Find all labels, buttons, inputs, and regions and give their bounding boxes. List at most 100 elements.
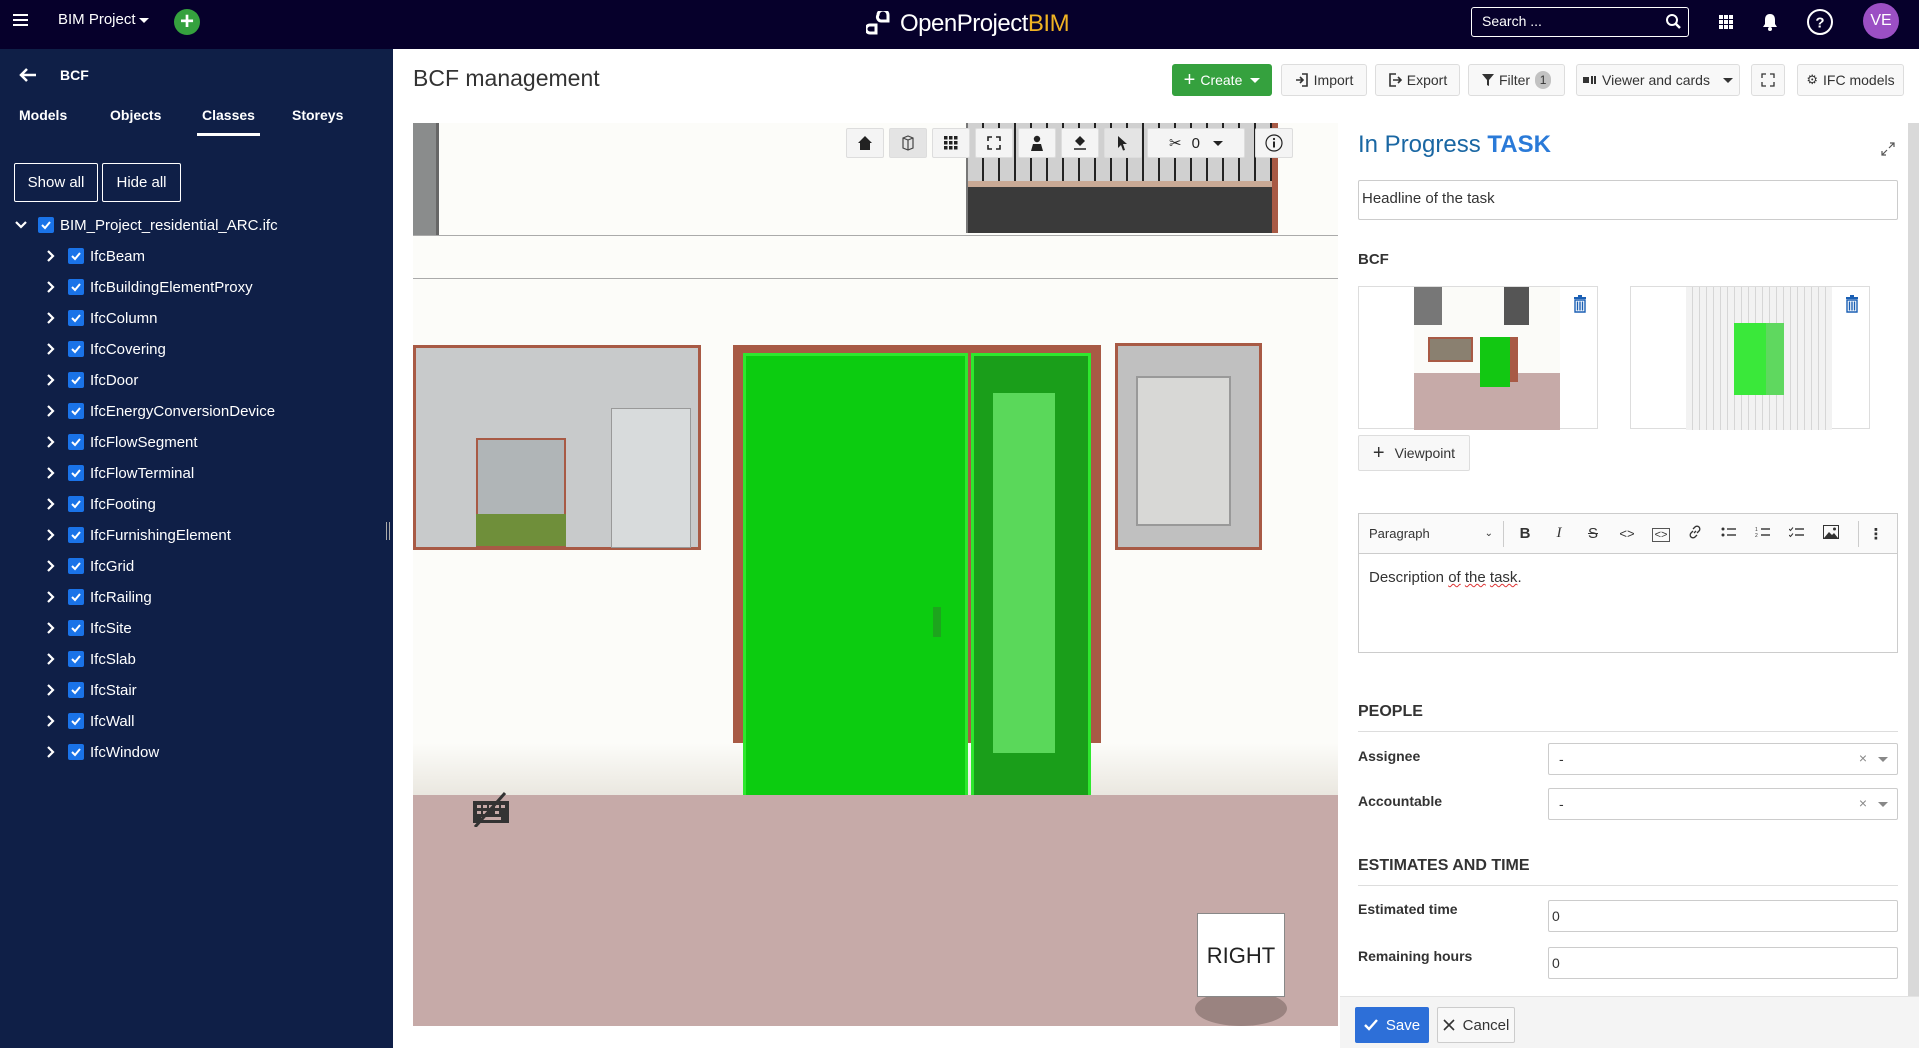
section-plane-dropdown[interactable]: ✂ 0: [1147, 128, 1245, 158]
info-button[interactable]: [1255, 128, 1293, 158]
tree-item[interactable]: IfcStair: [44, 679, 137, 701]
menu-icon[interactable]: [13, 14, 28, 27]
add-button[interactable]: +: [174, 9, 200, 35]
viewpoint-image[interactable]: [1686, 287, 1832, 430]
dropdown-arrow-icon[interactable]: [1878, 802, 1888, 807]
fit-view-button[interactable]: [975, 128, 1013, 158]
chevron-right-icon[interactable]: [44, 435, 58, 449]
search-icon[interactable]: [1665, 13, 1682, 30]
chevron-right-icon[interactable]: [44, 590, 58, 604]
italic-button[interactable]: I: [1542, 525, 1576, 542]
tree-item[interactable]: IfcFlowSegment: [44, 431, 198, 453]
checkbox[interactable]: [68, 558, 84, 574]
tab-objects[interactable]: Objects: [110, 107, 161, 133]
select-tool-button[interactable]: [1104, 128, 1142, 158]
checkbox[interactable]: [68, 682, 84, 698]
clear-icon[interactable]: ×: [1859, 750, 1867, 766]
tree-item[interactable]: IfcSlab: [44, 648, 136, 670]
checkbox[interactable]: [68, 589, 84, 605]
chevron-right-icon[interactable]: [44, 466, 58, 480]
chevron-right-icon[interactable]: [44, 683, 58, 697]
tree-item[interactable]: IfcBeam: [44, 245, 145, 267]
chevron-right-icon[interactable]: [44, 497, 58, 511]
tree-item[interactable]: IfcFooting: [44, 493, 156, 515]
home-view-button[interactable]: [846, 128, 884, 158]
nav-cube-face[interactable]: RIGHT: [1197, 913, 1285, 997]
paragraph-style-dropdown[interactable]: Paragraph ⌄: [1369, 520, 1504, 547]
checkbox[interactable]: [68, 310, 84, 326]
tab-storeys[interactable]: Storeys: [292, 107, 343, 133]
logo[interactable]: OpenProject BIM: [866, 8, 1070, 40]
code-block-button[interactable]: <>: [1644, 525, 1678, 542]
chevron-right-icon[interactable]: [44, 714, 58, 728]
strikethrough-button[interactable]: S: [1576, 525, 1610, 542]
modules-grid-icon[interactable]: [1712, 8, 1740, 36]
checkbox[interactable]: [68, 341, 84, 357]
tree-item[interactable]: IfcDoor: [44, 369, 138, 391]
todo-list-button[interactable]: [1780, 525, 1814, 542]
export-button[interactable]: Export: [1375, 64, 1460, 96]
chevron-right-icon[interactable]: [44, 621, 58, 635]
tree-item[interactable]: IfcRailing: [44, 586, 152, 608]
show-all-button[interactable]: Show all: [14, 163, 98, 202]
chevron-right-icon[interactable]: [44, 528, 58, 542]
chevron-right-icon[interactable]: [44, 745, 58, 759]
link-button[interactable]: [1678, 525, 1712, 543]
chevron-right-icon[interactable]: [44, 373, 58, 387]
accountable-select[interactable]: - ×: [1548, 788, 1898, 820]
bold-button[interactable]: B: [1508, 525, 1542, 542]
tree-item[interactable]: IfcCovering: [44, 338, 166, 360]
expand-icon[interactable]: [1880, 141, 1896, 157]
tree-item[interactable]: IfcWindow: [44, 741, 159, 763]
search-input[interactable]: Search ...: [1471, 7, 1689, 37]
checkbox[interactable]: [68, 372, 84, 388]
tree-item[interactable]: IfcSite: [44, 617, 132, 639]
chevron-right-icon[interactable]: [44, 280, 58, 294]
delete-viewpoint-icon[interactable]: [1845, 295, 1859, 313]
type-label[interactable]: TASK: [1487, 131, 1551, 158]
checkbox[interactable]: [68, 496, 84, 512]
navigation-cube[interactable]: RIGHT: [1195, 913, 1287, 1026]
save-button[interactable]: Save: [1355, 1007, 1429, 1043]
remaining-hours-input[interactable]: 0: [1548, 947, 1898, 979]
assignee-select[interactable]: - ×: [1548, 743, 1898, 775]
checkbox[interactable]: [68, 248, 84, 264]
tab-models[interactable]: Models: [19, 107, 67, 133]
dropdown-arrow-icon[interactable]: [1878, 757, 1888, 762]
filter-button[interactable]: Filter 1: [1468, 64, 1565, 96]
subject-input[interactable]: Headline of the task: [1358, 180, 1898, 220]
panel-scrollbar[interactable]: [1908, 123, 1919, 996]
tree-item[interactable]: IfcFurnishingElement: [44, 524, 231, 546]
bullet-list-button[interactable]: [1712, 525, 1746, 542]
chevron-right-icon[interactable]: [44, 311, 58, 325]
checkbox[interactable]: [68, 713, 84, 729]
chevron-right-icon[interactable]: [44, 559, 58, 573]
checkbox[interactable]: [68, 279, 84, 295]
sidebar-resize-handle[interactable]: [386, 522, 390, 540]
viewpoint-thumbnail[interactable]: [1358, 286, 1598, 430]
fullscreen-button[interactable]: [1751, 64, 1785, 96]
chevron-right-icon[interactable]: [44, 342, 58, 356]
viewpoint-image[interactable]: [1414, 287, 1560, 430]
perspective-toggle[interactable]: [889, 128, 927, 158]
grid-view-button[interactable]: [932, 128, 970, 158]
hide-all-button[interactable]: Hide all: [102, 163, 181, 202]
tree-item[interactable]: IfcFlowTerminal: [44, 462, 194, 484]
image-button[interactable]: [1814, 524, 1848, 543]
bell-icon[interactable]: [1756, 8, 1784, 36]
add-viewpoint-button[interactable]: + Viewpoint: [1358, 435, 1470, 471]
keyboard-disabled-icon[interactable]: [471, 791, 511, 827]
first-person-button[interactable]: [1018, 128, 1056, 158]
chevron-right-icon[interactable]: [44, 249, 58, 263]
tree-item[interactable]: IfcWall: [44, 710, 134, 732]
more-options-button[interactable]: ⋮: [1859, 525, 1893, 543]
project-selector[interactable]: BIM Project: [58, 11, 149, 28]
user-avatar[interactable]: VE: [1863, 3, 1899, 39]
chevron-down-icon[interactable]: [14, 218, 28, 232]
description-editor[interactable]: Paragraph ⌄ B I S <> <> 12 ⋮ Description…: [1358, 513, 1898, 653]
cancel-button[interactable]: Cancel: [1437, 1007, 1515, 1043]
delete-viewpoint-icon[interactable]: [1573, 295, 1587, 313]
chevron-right-icon[interactable]: [44, 404, 58, 418]
clear-icon[interactable]: ×: [1859, 795, 1867, 811]
tree-root[interactable]: BIM_Project_residential_ARC.ifc: [14, 214, 278, 236]
